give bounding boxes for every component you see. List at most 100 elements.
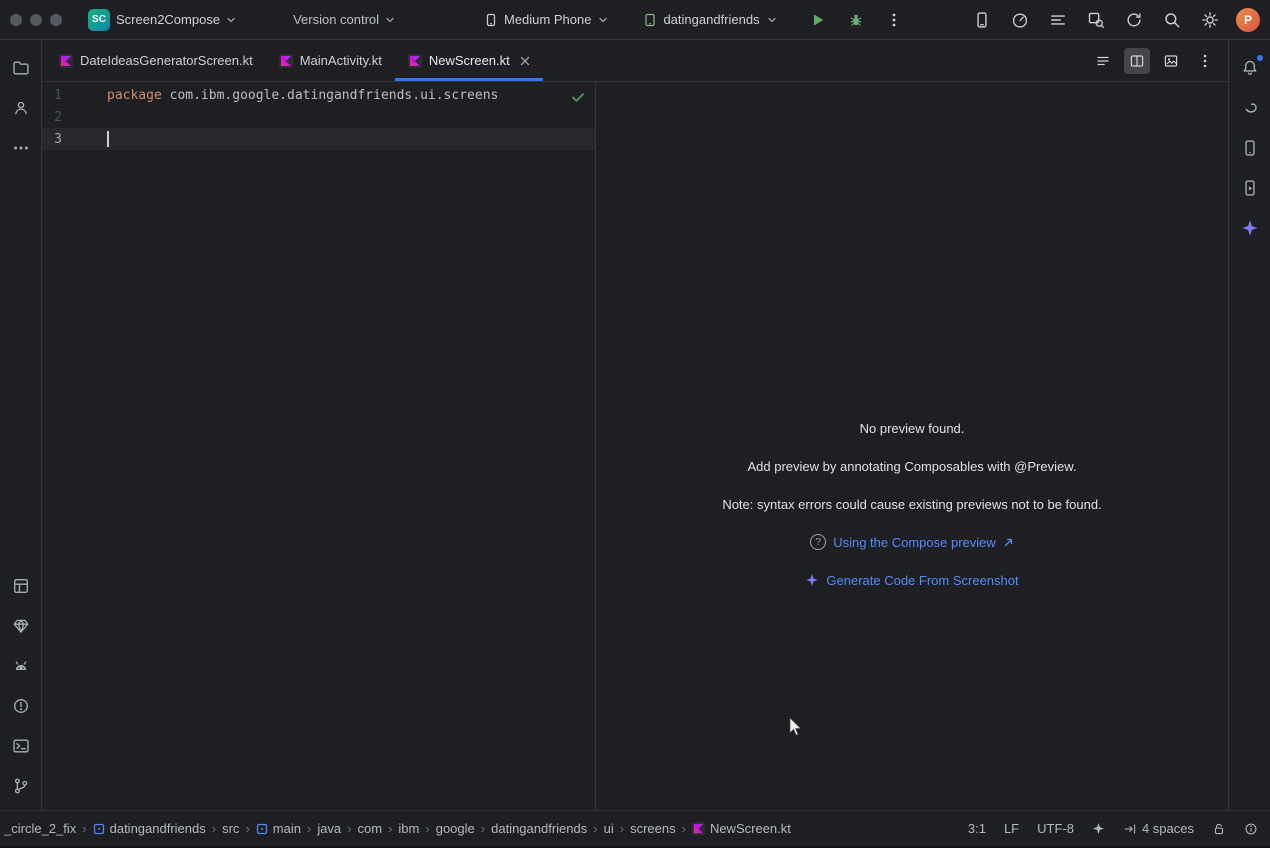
breadcrumb-item[interactable]: screens [630,821,676,836]
tab-label: DateIdeasGeneratorScreen.kt [80,53,253,68]
breadcrumb-separator: › [245,821,249,836]
split-view-button[interactable] [1124,48,1150,74]
preview-message: Note: syntax errors could cause existing… [722,485,1101,523]
tab-dateideasgeneratorscreen[interactable]: DateIdeasGeneratorScreen.kt [46,40,266,81]
tab-label: MainActivity.kt [300,53,382,68]
folder-icon [12,59,30,77]
profiler-button[interactable] [1008,8,1032,32]
close-window-button[interactable] [10,14,22,26]
git-branch-icon [12,777,30,795]
breadcrumb-item[interactable]: ui [604,821,614,836]
more-run-options-button[interactable] [882,8,906,32]
gemini-tool-button[interactable] [1236,214,1264,242]
version-control-menu[interactable]: Version control [287,8,402,31]
running-devices-icon [1241,179,1259,197]
resource-manager-button[interactable] [7,612,35,640]
unlock-icon [1212,822,1226,836]
code-line-current[interactable]: 3 [42,128,595,150]
breadcrumb-separator: › [620,821,624,836]
user-avatar[interactable]: P [1236,8,1260,32]
gemini-sparkle-icon [1241,219,1259,237]
search-everywhere-button[interactable] [1160,8,1184,32]
tab-mainactivity[interactable]: MainActivity.kt [266,40,395,81]
kotlin-file-icon [59,54,73,68]
minimize-window-button[interactable] [30,14,42,26]
chevron-down-icon [766,14,778,26]
editor-more-options-button[interactable] [1192,48,1218,74]
breadcrumb-item-file[interactable]: NewScreen.kt [692,821,791,836]
cursor-position[interactable]: 3:1 [968,821,986,836]
code-editor[interactable]: 1 package com.ibm.google.datingandfriend… [42,82,596,810]
structure-tool-button[interactable] [7,94,35,122]
breadcrumb-item[interactable]: datingandfriends [93,821,206,836]
terminal-tool-button[interactable] [7,732,35,760]
breadcrumb-item[interactable]: datingandfriends [491,821,587,836]
file-encoding[interactable]: UTF-8 [1037,821,1074,836]
breadcrumb-item[interactable]: _circle_2_fix [4,821,76,836]
status-info-button[interactable] [1244,822,1258,836]
breadcrumb-separator: › [481,821,485,836]
window-controls [0,14,62,26]
run-button[interactable] [806,8,830,32]
generate-code-from-screenshot-link[interactable]: Generate Code From Screenshot [826,573,1018,588]
debug-button[interactable] [844,8,868,32]
zoom-window-button[interactable] [50,14,62,26]
breadcrumb-item[interactable]: com [358,821,383,836]
readonly-lock-button[interactable] [1212,822,1226,836]
line-number[interactable]: 2 [42,110,62,125]
gradle-icon [1241,99,1259,117]
project-tool-button[interactable] [7,54,35,82]
running-devices-tool-button[interactable] [1236,174,1264,202]
tab-label: NewScreen.kt [429,53,510,68]
logcat-button[interactable] [1046,8,1070,32]
problems-tool-button[interactable] [7,692,35,720]
sync-project-button[interactable] [1122,8,1146,32]
breadcrumb-separator: › [425,821,429,836]
settings-button[interactable] [1198,8,1222,32]
ai-assistant-status-button[interactable] [1092,822,1105,835]
run-config-name: datingandfriends [663,12,759,27]
design-view-button[interactable] [1158,48,1184,74]
check-icon [570,89,586,105]
line-number[interactable]: 3 [42,132,62,147]
help-icon[interactable]: ? [810,534,826,550]
close-tab-button[interactable] [520,56,530,66]
device-manager-tool-button[interactable] [1236,134,1264,162]
breadcrumb-item[interactable]: main [256,821,301,836]
layout-tool-button[interactable] [7,572,35,600]
main-area: DateIdeasGeneratorScreen.kt MainActivity… [0,40,1270,810]
sparkle-icon [1092,822,1105,835]
more-tool-windows-button[interactable] [7,134,35,162]
indent-style[interactable]: 4 spaces [1123,821,1194,836]
compose-preview-help-link[interactable]: Using the Compose preview [833,535,996,550]
code-view-button[interactable] [1090,48,1116,74]
profiler-icon [1011,11,1029,29]
version-control-tool-button[interactable] [7,772,35,800]
kebab-menu-icon [1197,53,1213,69]
breadcrumb-item[interactable]: google [436,821,475,836]
tab-newscreen[interactable]: NewScreen.kt [395,40,543,81]
preview-help-row: ? Using the Compose preview [810,523,1014,561]
notifications-button[interactable] [1236,54,1264,82]
search-icon [1163,11,1181,29]
design-view-icon [1163,53,1179,69]
breadcrumb-item[interactable]: java [317,821,341,836]
breadcrumb-separator: › [593,821,597,836]
gradle-tool-button[interactable] [1236,94,1264,122]
run-configuration-selector[interactable]: datingandfriends [637,8,783,31]
logcat-tool-button[interactable] [7,652,35,680]
code-line[interactable]: 1 package com.ibm.google.datingandfriend… [42,84,595,106]
app-inspection-button[interactable] [1084,8,1108,32]
breadcrumb-separator: › [347,821,351,836]
inspections-widget[interactable] [570,89,586,105]
text-caret [107,131,109,147]
project-selector[interactable]: Screen2Compose [110,8,243,31]
breadcrumb-item[interactable]: src [222,821,239,836]
code-line[interactable]: 2 [42,106,595,128]
line-number[interactable]: 1 [42,88,62,103]
device-manager-button[interactable] [970,8,994,32]
line-separator[interactable]: LF [1004,821,1019,836]
device-selector[interactable]: Medium Phone [478,8,615,31]
breadcrumb-item[interactable]: ibm [398,821,419,836]
preview-messages: No preview found. Add preview by annotat… [596,409,1228,599]
